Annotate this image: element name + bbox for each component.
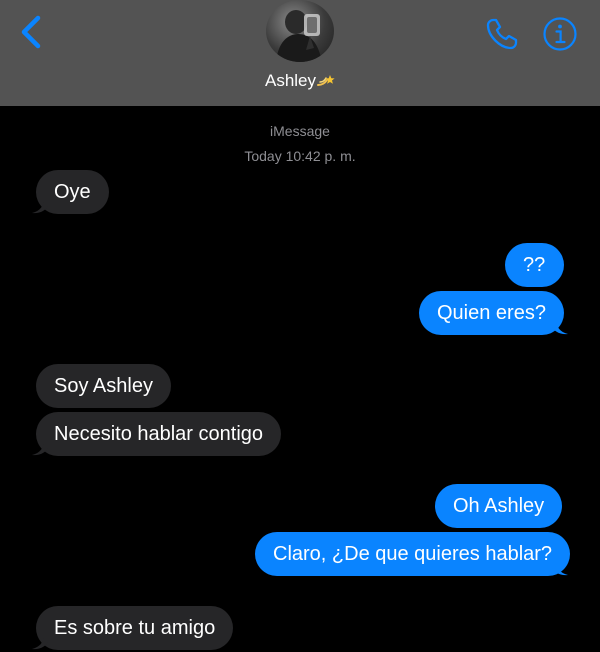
phone-icon bbox=[486, 18, 518, 50]
contact-avatar[interactable] bbox=[266, 0, 334, 62]
message-text: Soy Ashley bbox=[54, 375, 153, 397]
conversation-header: Ashley bbox=[0, 0, 600, 106]
avatar-photo bbox=[276, 10, 322, 62]
message-bubble-outgoing[interactable]: Claro, ¿De que quieres hablar? bbox=[255, 532, 571, 576]
call-button[interactable] bbox=[484, 16, 520, 52]
message-bubble-outgoing[interactable]: Quien eres? bbox=[419, 291, 564, 335]
info-button[interactable] bbox=[542, 16, 578, 52]
back-button[interactable] bbox=[16, 12, 52, 52]
contact-name-button[interactable]: Ashley bbox=[0, 71, 600, 91]
dizzy-emoji-icon bbox=[317, 72, 335, 86]
chevron-left-icon bbox=[21, 15, 41, 49]
contact-name: Ashley bbox=[264, 71, 317, 90]
message-text: Necesito hablar contigo bbox=[54, 423, 264, 445]
message-text: ?? bbox=[523, 254, 546, 276]
service-label: iMessage bbox=[270, 123, 330, 139]
message-bubble-incoming[interactable]: Oye bbox=[36, 170, 109, 214]
message-bubble-outgoing[interactable]: Oh Ashley bbox=[435, 484, 563, 528]
message-text: Claro, ¿De que quieres hablar? bbox=[273, 543, 553, 565]
message-text: Quien eres? bbox=[437, 302, 546, 324]
message-text: Es sobre tu amigo bbox=[54, 617, 216, 639]
message-bubble-incoming[interactable]: Es sobre tu amigo bbox=[36, 606, 234, 650]
message-bubble-incoming[interactable]: Soy Ashley bbox=[36, 364, 171, 408]
conversation-timestamp: Today 10:42 p. m. bbox=[244, 148, 356, 164]
message-bubble-outgoing[interactable]: ?? bbox=[505, 243, 564, 287]
message-bubble-incoming[interactable]: Necesito hablar contigo bbox=[36, 412, 282, 456]
message-text: Oh Ashley bbox=[453, 495, 545, 517]
message-text: Oye bbox=[54, 181, 91, 203]
info-icon bbox=[543, 17, 577, 51]
